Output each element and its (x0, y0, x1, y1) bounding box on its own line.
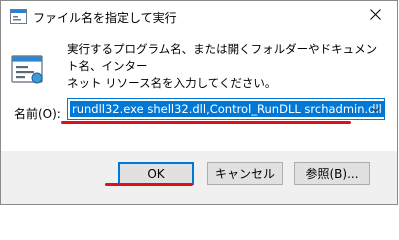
ok-button[interactable]: OK (118, 162, 194, 185)
run-dialog: ファイル名を指定して実行 実行するプログラム名、または開くフォルダーやドキュメン… (0, 0, 398, 205)
command-input[interactable]: rundll32.exe shell32.dll,Control_RunDLL … (67, 98, 385, 120)
dropdown-button[interactable] (366, 99, 384, 119)
description: 実行するプログラム名、または開くフォルダーやドキュメント名、インター ネット リ… (67, 41, 387, 92)
command-text[interactable]: rundll32.exe shell32.dll,Control_RunDLL … (70, 101, 384, 117)
browse-button[interactable]: 参照(B)... (294, 162, 370, 185)
button-bar: OK キャンセル 参照(B)... (1, 151, 397, 204)
title-bar: ファイル名を指定して実行 (1, 1, 397, 33)
description-line: 実行するプログラム名、または開くフォルダーやドキュメント名、インター (67, 42, 378, 73)
annotation-underline (61, 121, 351, 124)
open-label: 名前(O): (14, 107, 61, 121)
close-icon (369, 9, 381, 23)
run-program-icon (11, 53, 45, 87)
cancel-button[interactable]: キャンセル (207, 162, 283, 185)
run-dialog-icon (10, 9, 27, 24)
annotation-underline (105, 183, 193, 186)
window-title: ファイル名を指定して実行 (33, 11, 177, 25)
chevron-down-icon (370, 102, 380, 116)
dialog-body: 実行するプログラム名、または開くフォルダーやドキュメント名、インター ネット リ… (1, 33, 397, 151)
close-button[interactable] (353, 1, 397, 31)
description-line: ネット リソース名を入力してください。 (67, 76, 277, 90)
